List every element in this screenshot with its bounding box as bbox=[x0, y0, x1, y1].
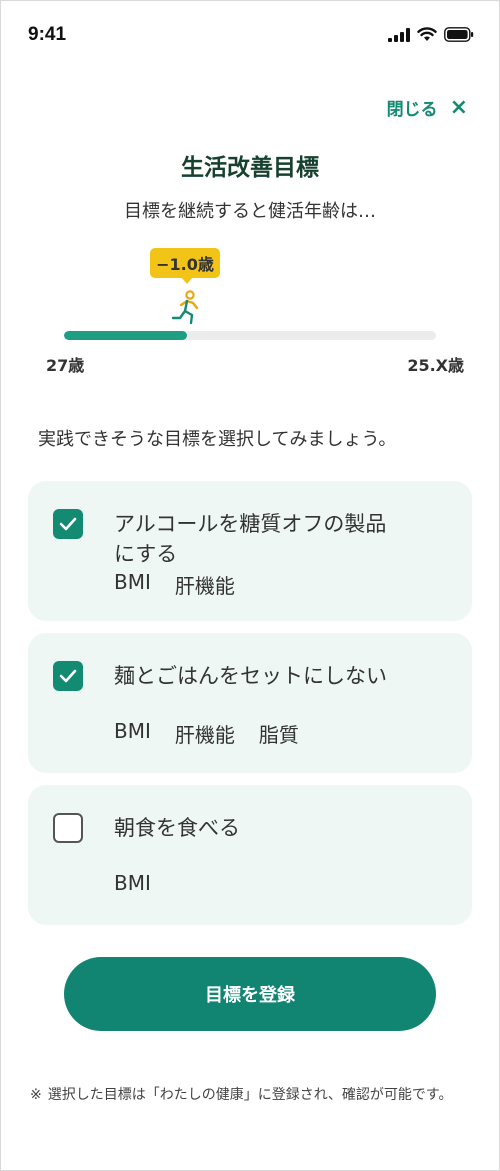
selection-prompt: 実践できそうな目標を選択してみましょう。 bbox=[38, 429, 397, 450]
badge-pointer bbox=[181, 277, 193, 284]
goal-tags: BMI 肝機能 bbox=[114, 570, 235, 599]
current-age-label: 27歳 bbox=[46, 356, 85, 375]
goal-checkbox-checked[interactable] bbox=[53, 509, 83, 539]
goal-text: 麺とごはんをセットにしない bbox=[114, 661, 452, 691]
close-button[interactable]: 閉じる × bbox=[387, 95, 468, 120]
signal-icon bbox=[388, 27, 410, 42]
goal-tag: 肝機能 bbox=[174, 723, 235, 747]
goal-text-line: にする bbox=[114, 542, 178, 566]
goal-card-breakfast[interactable]: 朝食を食べる BMI bbox=[28, 785, 472, 925]
goal-text-line: アルコールを糖質オフの製品 bbox=[114, 512, 387, 536]
checkmark-icon bbox=[59, 517, 77, 531]
goal-card-alcohol[interactable]: アルコールを糖質オフの製品 にする BMI 肝機能 bbox=[28, 481, 472, 621]
goal-text-line: 朝食を食べる bbox=[114, 816, 240, 840]
register-goal-button[interactable]: 目標を登録 bbox=[64, 957, 436, 1031]
age-progress-track bbox=[64, 331, 436, 340]
close-icon: × bbox=[449, 94, 468, 120]
goal-card-noodles-rice[interactable]: 麺とごはんをセットにしない BMI 肝機能 脂質 bbox=[28, 633, 472, 773]
age-reduction-badge: −1.0歳 bbox=[150, 248, 220, 278]
goal-tags: BMI bbox=[114, 871, 151, 895]
goal-text: アルコールを糖質オフの製品 にする bbox=[114, 509, 452, 569]
goal-checkbox-unchecked[interactable] bbox=[53, 813, 83, 843]
goal-tags: BMI 肝機能 脂質 bbox=[114, 719, 299, 748]
note-mark: ※ bbox=[30, 1087, 42, 1103]
page-title: 生活改善目標 bbox=[181, 155, 319, 181]
goal-tag: BMI bbox=[114, 719, 151, 743]
close-label: 閉じる bbox=[386, 100, 438, 120]
status-time: 9:41 bbox=[28, 24, 67, 45]
status-bar: 9:41 bbox=[0, 0, 500, 70]
footnote: ※ 選択した目標は「わたしの健康」に登録され、確認が可能です。 bbox=[30, 1086, 475, 1105]
age-progress-fill bbox=[64, 331, 187, 340]
goal-tag: BMI bbox=[114, 871, 151, 895]
goal-tag: BMI bbox=[114, 570, 151, 594]
goal-tag: 肝機能 bbox=[174, 574, 235, 598]
goal-checkbox-checked[interactable] bbox=[53, 661, 83, 691]
note-text: 選択した目標は「わたしの健康」に登録され、確認が可能です。 bbox=[47, 1087, 453, 1103]
page-subtitle: 目標を継続すると健活年齢は… bbox=[124, 201, 376, 222]
status-icons bbox=[388, 27, 474, 42]
runner-icon bbox=[171, 290, 199, 325]
goal-tag: 脂質 bbox=[258, 723, 299, 747]
checkmark-icon bbox=[59, 669, 77, 683]
goal-text: 朝食を食べる bbox=[114, 813, 452, 843]
goal-text-line: 麺とごはんをセットにしない bbox=[114, 664, 387, 688]
wifi-icon bbox=[417, 27, 437, 41]
target-age-label: 25.X歳 bbox=[407, 356, 464, 375]
battery-icon bbox=[444, 27, 474, 42]
